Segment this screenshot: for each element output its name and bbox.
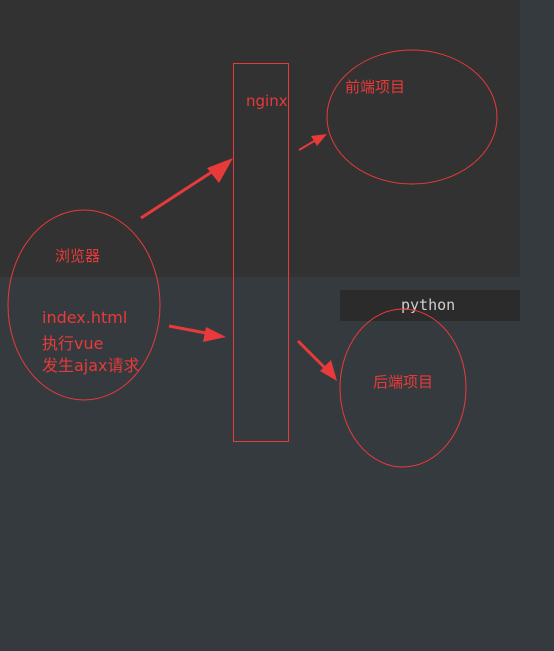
diagram-canvas: python nginx 前端项目 后端项目 浏览器 index.html 执行…	[0, 0, 554, 651]
backend-label: 后端项目	[373, 373, 434, 391]
arrow-right-up-icon	[298, 134, 327, 151]
arrow-right-icon	[168, 324, 226, 342]
arrow-right-down-icon	[296, 339, 337, 381]
nginx-label: nginx	[246, 92, 288, 110]
browser-line-2: 执行vue	[42, 334, 104, 353]
nginx-box	[233, 63, 289, 442]
arrow-right-up-icon	[140, 158, 233, 220]
frontend-label: 前端项目	[345, 78, 406, 96]
browser-line-1: index.html	[42, 308, 128, 327]
browser-line-3: 发生ajax请求	[42, 356, 140, 375]
browser-title: 浏览器	[55, 247, 101, 265]
frontend-ellipse	[326, 49, 498, 185]
